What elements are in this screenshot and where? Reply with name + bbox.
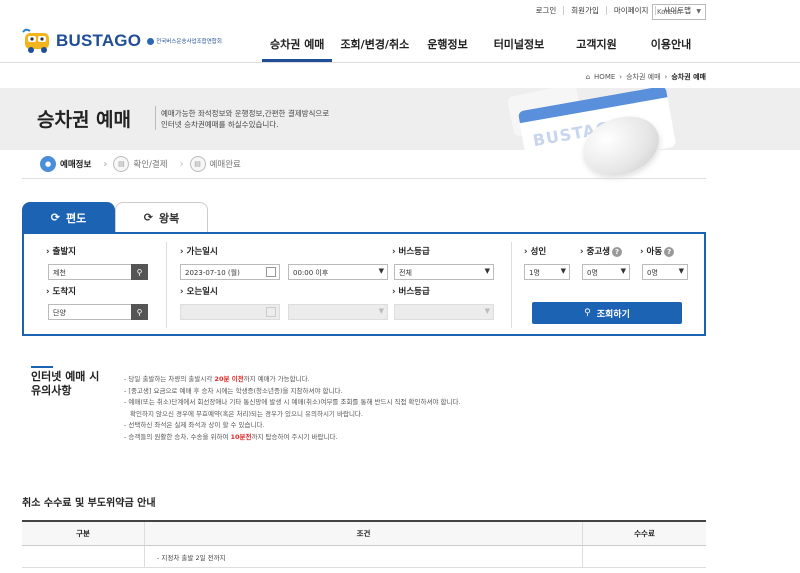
teen-label: 중고생? xyxy=(580,245,622,257)
tab-oneway[interactable]: ⟳ 편도 xyxy=(22,202,115,232)
home-icon: ⌂ xyxy=(585,73,591,81)
notice-item: 확인하지 않으신 경우에 무효예약(혹은 처리)되는 경우가 있으니 유의하시기… xyxy=(130,409,363,418)
return-grade-label: 버스등급 xyxy=(392,285,430,297)
reservation-steps: ● 예매정보 › ▤ 확인/결제 › ▤ 예매완료 xyxy=(40,156,241,172)
payment-icon: ▤ xyxy=(113,156,130,172)
bus-mascot-icon xyxy=(22,28,54,54)
search-icon[interactable]: ⚲ xyxy=(131,264,148,280)
nav-lookup[interactable]: 조회/변경/취소 xyxy=(332,36,417,62)
chevron-down-icon: ▼ xyxy=(484,307,490,315)
child-label: 아동? xyxy=(640,245,675,257)
page-hero: 승차권 예매 예매가능한 좌석정보와 운행정보,간편한 결제방식으로 인터넷 승… xyxy=(0,88,800,150)
go-time-select[interactable]: 00:00 이후 ▼ xyxy=(288,264,388,280)
chevron-down-icon: ▼ xyxy=(484,267,490,275)
nav-reservation[interactable]: 승차권 예매 xyxy=(262,36,333,62)
steps-divider xyxy=(22,178,706,179)
chevron-down-icon: ▼ xyxy=(696,8,701,15)
refresh-icon: ⟳ xyxy=(50,211,60,224)
chevron-right-icon: › xyxy=(619,73,623,81)
return-date-input[interactable] xyxy=(180,304,280,320)
cancel-fee-title: 취소 수수료 및 부도위약금 안내 xyxy=(22,498,156,509)
brand-name: BUSTAGO xyxy=(56,31,142,50)
return-time-select[interactable]: ▼ xyxy=(288,304,388,320)
table-row: - 지정차 출발 2일 전까지 xyxy=(22,546,706,568)
search-form: 출발지 제천 ⚲ 도착지 단양 ⚲ 가는일시 2023-07-10 (월) 00… xyxy=(22,232,706,336)
calendar-icon[interactable] xyxy=(266,267,276,277)
join-link[interactable]: 회원가입 xyxy=(563,6,606,15)
page-description: 예매가능한 좌석정보와 운행정보,간편한 결제방식으로 인터넷 승차권예매를 하… xyxy=(161,109,330,129)
form-divider xyxy=(166,242,167,328)
step-info: ● 예매정보 › xyxy=(40,156,107,172)
adult-count-select[interactable]: 1명 ▼ xyxy=(524,264,570,280)
search-icon: ⚲ xyxy=(584,308,591,318)
table-header: 구분 조건 수수료 xyxy=(22,522,706,546)
org-emblem-icon xyxy=(147,37,155,45)
language-select[interactable]: Korean ▼ xyxy=(652,4,706,20)
nav-guide[interactable]: 이용안내 xyxy=(625,36,699,62)
calendar-icon xyxy=(266,307,276,317)
notice-item: - 선택하신 좌석은 실제 좌석과 상이 할 수 있습니다. xyxy=(124,421,265,429)
login-link[interactable]: 로그인 xyxy=(529,6,564,15)
step-payment: ▤ 확인/결제 › xyxy=(113,156,184,172)
arrival-label: 도착지 xyxy=(46,285,76,297)
form-divider xyxy=(511,242,512,328)
child-count-select[interactable]: 0명 ▼ xyxy=(642,264,688,280)
step-complete: ▤ 예매완료 xyxy=(189,156,241,172)
notice-title: 인터넷 예매 시 유의사항 xyxy=(31,366,111,398)
notice-item: - 승객들의 원활한 승차, 수송을 위하여 10분전까지 탑승하여 주시기 바… xyxy=(124,432,338,441)
hero-divider xyxy=(155,106,156,130)
go-date-input[interactable]: 2023-07-10 (월) xyxy=(180,264,280,280)
notice-item: - 예매(또는 취소)단계에서 회선장애나 기타 통신망에 발생 시 예매(취소… xyxy=(124,398,461,406)
nav-schedule[interactable]: 운행정보 xyxy=(417,36,475,62)
org-name: 전국버스운송사업조합연합회 xyxy=(147,37,222,45)
nav-support[interactable]: 고객지원 xyxy=(552,36,624,62)
help-icon[interactable]: ? xyxy=(664,247,675,257)
header-divider xyxy=(0,62,800,63)
grade-label: 버스등급 xyxy=(392,245,430,257)
chevron-down-icon: ▼ xyxy=(378,267,384,275)
notice-item: - 당일 출발하는 차량의 출발시각 20분 이전까지 예매가 가능합니다. xyxy=(124,375,310,383)
notice-list: - 당일 출발하는 차량의 출발시각 20분 이전까지 예매가 가능합니다. -… xyxy=(124,374,461,443)
notice-item: - [중고생] 요금으로 예매 후 승차 시에는 학생증(청소년증)을 지참하셔… xyxy=(124,386,343,395)
go-date-label: 가는일시 xyxy=(180,245,218,257)
bus-grade-select[interactable]: 전체 ▼ xyxy=(394,264,494,280)
tab-roundtrip[interactable]: ⟳ 왕복 xyxy=(115,202,208,232)
breadcrumb-home[interactable]: HOME xyxy=(594,73,615,81)
refresh-icon: ⟳ xyxy=(143,211,153,224)
breadcrumb-level1[interactable]: 승차권 예매 xyxy=(626,72,660,82)
return-date-label: 오는일시 xyxy=(180,285,218,297)
chevron-right-icon: › xyxy=(664,73,668,81)
search-button[interactable]: ⚲ 조회하기 xyxy=(532,302,682,324)
main-nav: 승차권 예매 조회/변경/취소 운행정보 터미널정보 고객지원 이용안내 xyxy=(262,36,699,62)
arrival-input[interactable]: 단양 xyxy=(48,304,132,320)
cancel-fee-table: 구분 조건 수수료 - 지정차 출발 2일 전까지 xyxy=(22,520,706,568)
nav-terminal[interactable]: 터미널정보 xyxy=(476,36,553,62)
page-title: 승차권 예매 xyxy=(37,109,132,131)
return-bus-grade-select[interactable]: ▼ xyxy=(394,304,494,320)
site-logo[interactable]: BUSTAGO 전국버스운송사업조합연합회 xyxy=(22,28,222,54)
chevron-down-icon: ▼ xyxy=(560,267,566,275)
document-icon: ▤ xyxy=(189,156,206,172)
breadcrumb: ⌂ HOME › 승차권 예매 › 승차권 예매 xyxy=(586,72,706,82)
trip-type-tabs: ⟳ 편도 ⟳ 왕복 xyxy=(22,202,208,232)
mypage-link[interactable]: 마이페이지 xyxy=(605,6,656,15)
chevron-down-icon: ▼ xyxy=(378,307,384,315)
adult-label: 성인 xyxy=(524,245,547,257)
chevron-right-icon: › xyxy=(179,158,184,170)
departure-label: 출발지 xyxy=(46,245,76,257)
location-pin-icon: ● xyxy=(40,156,56,172)
search-icon[interactable]: ⚲ xyxy=(131,304,148,320)
help-icon[interactable]: ? xyxy=(611,247,622,257)
chevron-down-icon: ▼ xyxy=(620,267,626,275)
teen-count-select[interactable]: 0명 ▼ xyxy=(582,264,630,280)
chevron-right-icon: › xyxy=(103,158,108,170)
chevron-down-icon: ▼ xyxy=(678,267,684,275)
breadcrumb-current: 승차권 예매 xyxy=(671,73,706,81)
departure-input[interactable]: 제천 xyxy=(48,264,132,280)
